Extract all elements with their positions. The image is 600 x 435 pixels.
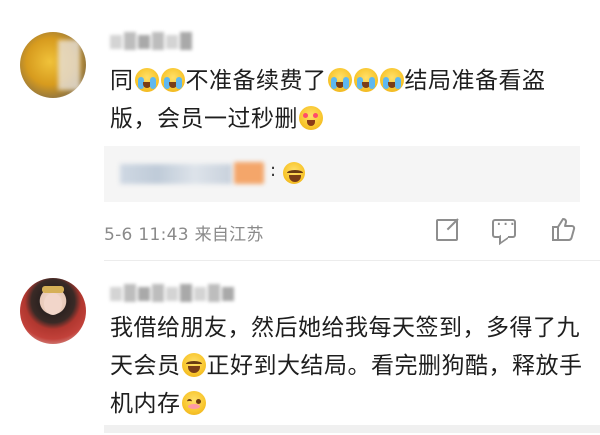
avatar-face	[44, 293, 62, 315]
laughing-emoji-icon	[181, 353, 206, 377]
bottom-section-divider	[104, 425, 600, 433]
reply-preview[interactable]: :	[104, 146, 580, 202]
comment-item-2: 我借给朋友，然后她给我每天签到，多得了九天会员 正好到大结局。看完删狗酷，释放手机…	[0, 262, 600, 435]
crying-emoji-icon	[353, 68, 378, 92]
like-icon[interactable]	[550, 216, 576, 242]
laughing-emoji-icon	[283, 162, 305, 184]
comment-meta: 5-6 11:43 来自江苏	[104, 225, 264, 245]
comment-actions	[436, 214, 576, 242]
heart-eyes-emoji-icon	[299, 106, 323, 130]
blushing-emoji-icon	[181, 391, 206, 415]
reply-username-blurred[interactable]	[120, 164, 232, 184]
share-icon[interactable]	[436, 219, 458, 241]
crying-emoji-icon	[379, 68, 404, 92]
crying-emoji-icon	[327, 68, 352, 92]
comment-text: 我借给朋友，然后她给我每天签到，多得了九天会员 正好到大结局。看完删狗酷，释放手机…	[110, 315, 583, 417]
crying-emoji-icon	[134, 68, 159, 92]
reply-badge-blurred	[234, 162, 264, 184]
username-blurred[interactable]	[110, 284, 234, 304]
avatar[interactable]	[20, 278, 86, 344]
comment-divider	[104, 260, 600, 261]
username-blurred[interactable]	[110, 32, 192, 52]
avatar[interactable]	[20, 32, 86, 98]
crying-emoji-icon	[160, 68, 185, 92]
avatar-crown	[42, 286, 64, 293]
comment-icon[interactable]	[492, 214, 516, 238]
comment-text: 同不准备续费了 结局准备看盗版，会员一过秒删	[110, 68, 546, 132]
comment-item-1: 同不准备续费了 结局准备看盗版，会员一过秒删 : 5-6 11:43 来自江苏	[0, 0, 600, 262]
thumbs-up-icon	[552, 218, 576, 241]
